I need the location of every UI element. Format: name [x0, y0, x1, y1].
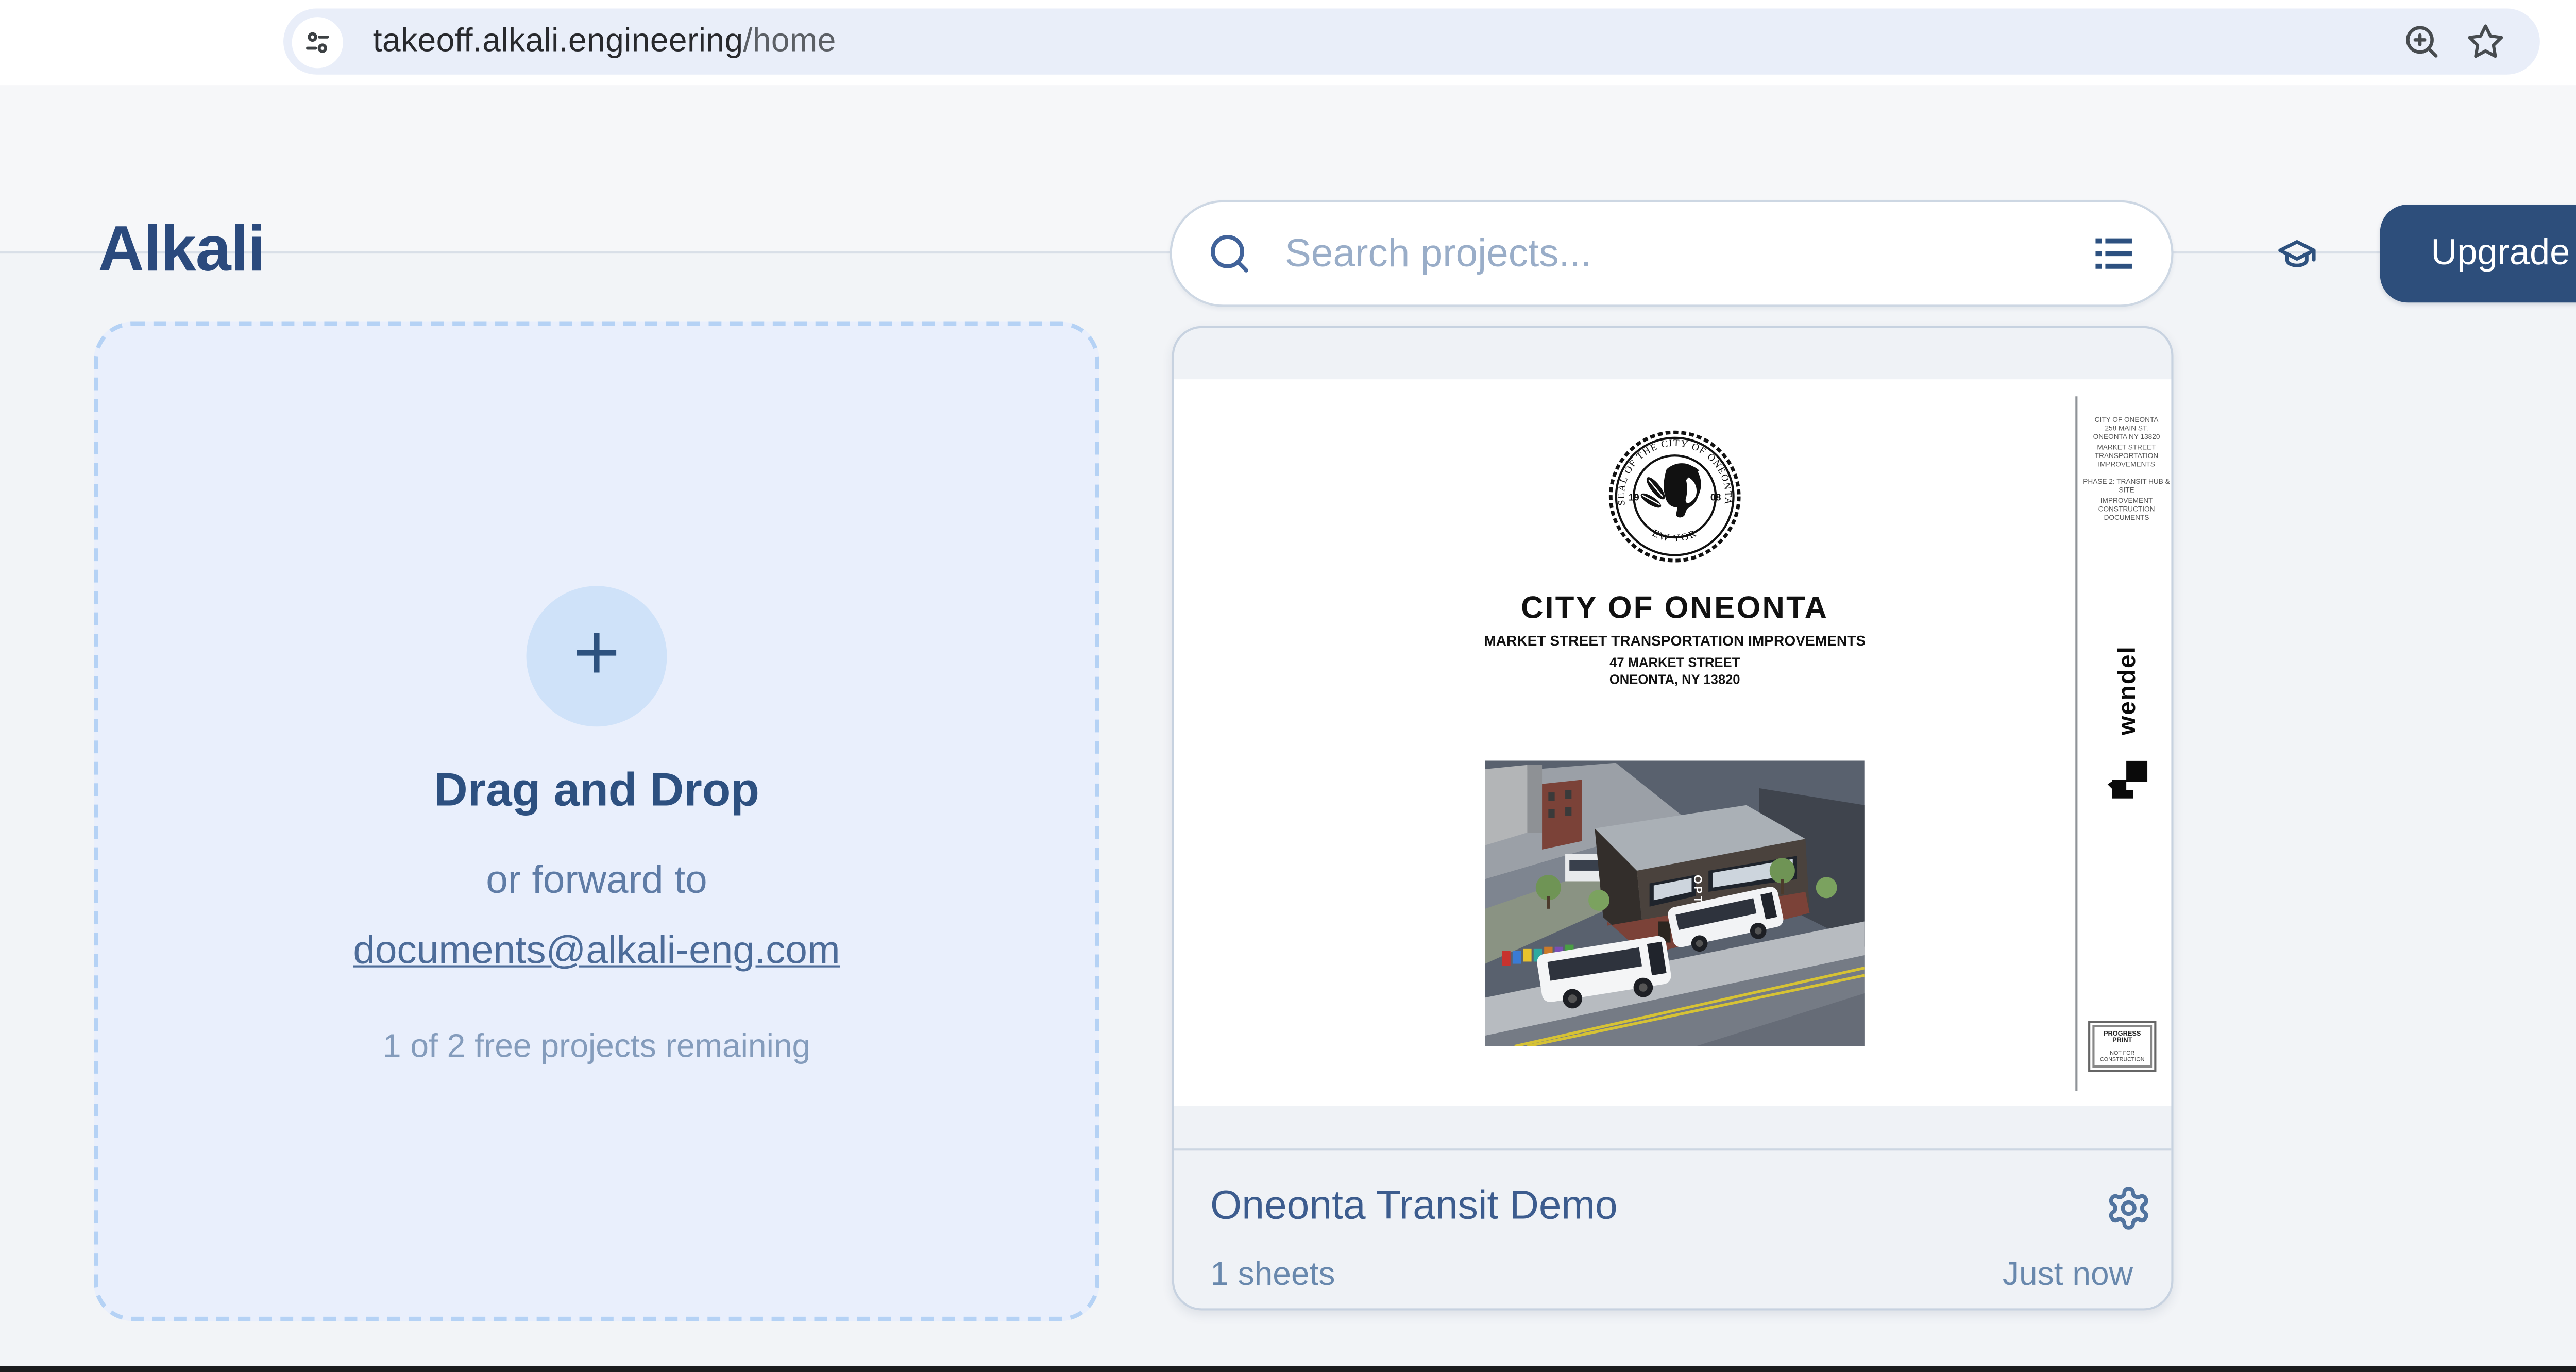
svg-text:19: 19 — [1629, 492, 1639, 503]
doc-subtitle-1: MARKET STREET TRANSPORTATION IMPROVEMENT… — [1174, 634, 2174, 649]
firm-logo-text: wendel — [2116, 626, 2142, 754]
learn-button[interactable] — [2263, 219, 2331, 287]
app-logo[interactable]: Alkali — [98, 215, 265, 288]
city-seal: SEAL OF THE CITY OF ONEONTA NEW YORK 19 … — [1606, 428, 1743, 565]
add-project-button[interactable]: + — [527, 586, 667, 726]
project-settings-button[interactable] — [2105, 1185, 2152, 1232]
browser-chrome: takeoff.alkali.engineering/home — [0, 0, 2576, 88]
bookmark-star-icon[interactable] — [2465, 21, 2506, 62]
project-title[interactable]: Oneonta Transit Demo — [1210, 1185, 1618, 1232]
gear-icon — [2105, 1185, 2152, 1232]
upload-dropzone[interactable]: + Drag and Drop or forward to documents@… — [94, 322, 1099, 1322]
last-updated: Just now — [2003, 1257, 2133, 1295]
app-header: Alkali Upgrade — [0, 85, 2576, 253]
firm-logo: wendel — [2082, 626, 2174, 808]
transit-hub-rendering: OPT — [1485, 760, 1865, 1046]
screen: takeoff.alkali.engineering/home Alkali — [0, 0, 2576, 1372]
url-bar[interactable]: takeoff.alkali.engineering/home — [283, 9, 2540, 75]
titleblock-text: CITY OF ONEONTA 258 MAIN ST. ONEONTA NY … — [2077, 415, 2173, 522]
project-thumbnail[interactable]: SEAL OF THE CITY OF ONEONTA NEW YORK 19 … — [1174, 379, 2172, 1106]
list-icon[interactable] — [2090, 230, 2137, 277]
free-projects-note: 1 of 2 free projects remaining — [98, 1029, 1095, 1068]
svg-text:OPT: OPT — [1691, 875, 1704, 905]
upgrade-button[interactable]: Upgrade — [2380, 205, 2576, 302]
search-input[interactable] — [1281, 228, 2091, 279]
tune-icon[interactable] — [292, 16, 343, 67]
dropzone-title: Drag and Drop — [98, 763, 1095, 819]
sheet-count: 1 sheets — [1210, 1257, 1335, 1295]
doc-title: CITY OF ONEONTA — [1174, 592, 2174, 626]
project-card[interactable]: SEAL OF THE CITY OF ONEONTA NEW YORK 19 … — [1172, 326, 2174, 1311]
url-path: /home — [743, 22, 836, 58]
search-icon — [1206, 230, 1253, 277]
url-text[interactable]: takeoff.alkali.engineering/home — [373, 22, 2401, 60]
wendel-mark-icon — [2107, 758, 2150, 805]
svg-text:08: 08 — [1710, 492, 1721, 503]
doc-subtitle-2: 47 MARKET STREET — [1174, 655, 2174, 670]
search-bar[interactable] — [1170, 200, 2174, 307]
doc-subtitle-3: ONEONTA, NY 13820 — [1174, 672, 2174, 687]
url-domain: takeoff.alkali.engineering — [373, 22, 743, 58]
zoom-in-icon[interactable] — [2401, 21, 2442, 62]
graduation-cap-icon — [2276, 222, 2318, 285]
forward-email-link[interactable]: documents@alkali-eng.com — [353, 927, 840, 972]
taskbar-edge — [0, 1366, 2576, 1372]
plus-icon: + — [573, 613, 620, 693]
progress-print-stamp: PROGRESS PRINT NOT FOR CONSTRUCTION — [2088, 1021, 2156, 1072]
card-divider — [1174, 1148, 2172, 1150]
dropzone-subtitle: or forward to — [98, 857, 1095, 904]
